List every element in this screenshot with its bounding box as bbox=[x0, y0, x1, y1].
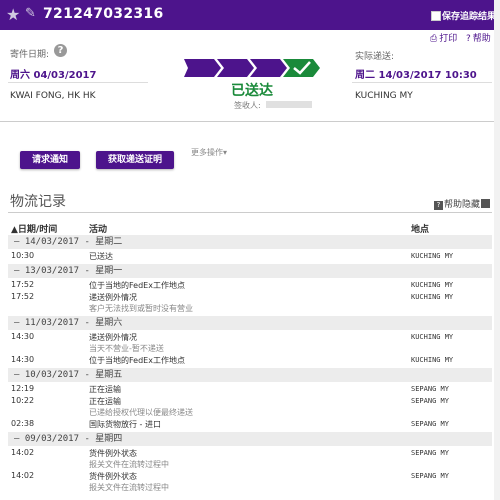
delivery-date-value: 周二 14/03/2017 10:30 bbox=[355, 70, 477, 81]
signed-by-redacted bbox=[266, 101, 312, 108]
history-date-group[interactable]: — 11/03/2017 - 星期六 bbox=[8, 316, 492, 330]
progress-step bbox=[184, 59, 221, 77]
history-row-activity: 已送达 bbox=[89, 252, 113, 261]
history-row-time: 02:38 bbox=[11, 419, 35, 428]
print-link[interactable]: ⎙ 打印 bbox=[430, 31, 457, 44]
shipment-progress-bar bbox=[184, 59, 320, 77]
ship-date-label: 寄件日期: bbox=[10, 50, 50, 60]
history-row-detail: 已递给授权代理以便最终递送 bbox=[89, 408, 193, 417]
history-row-location: SEPANG MY bbox=[411, 397, 449, 405]
history-title: 物流记录 bbox=[10, 194, 66, 210]
history-row-detail: 报关文件在流转过程中 bbox=[89, 460, 169, 469]
history-row-location: KUCHING MY bbox=[411, 281, 454, 289]
history-row-time: 10:22 bbox=[11, 396, 35, 405]
history-date-group[interactable]: — 10/03/2017 - 星期五 bbox=[8, 368, 492, 382]
divider bbox=[8, 212, 492, 213]
print-icon: ⎙ bbox=[430, 34, 438, 44]
progress-step bbox=[250, 59, 287, 77]
scrollbar[interactable] bbox=[494, 0, 500, 500]
delivery-status: 已送达 bbox=[231, 83, 273, 99]
history-row-location: SEPANG MY bbox=[411, 420, 449, 428]
history-row-activity: 位于当地的FedEx工作地点 bbox=[89, 281, 185, 290]
delivery-date-label: 实际递送: bbox=[355, 52, 395, 62]
history-row-time: 17:52 bbox=[11, 280, 35, 289]
history-date-label: — 09/03/2017 - 星期四 bbox=[14, 434, 123, 444]
history-row-activity: 正在运输 bbox=[89, 397, 121, 406]
get-proof-of-delivery-button[interactable]: 获取递送证明 bbox=[96, 151, 174, 169]
history-row-time: 14:30 bbox=[11, 332, 35, 341]
history-row-location: KUCHING MY bbox=[411, 333, 454, 341]
destination-location: KUCHING MY bbox=[355, 91, 413, 101]
section-divider bbox=[0, 121, 494, 122]
history-row-location: SEPANG MY bbox=[411, 385, 449, 393]
history-date-group[interactable]: — 14/03/2017 - 星期二 bbox=[8, 235, 492, 249]
history-row-detail: 当天不营业-暂不递送 bbox=[89, 344, 164, 353]
origin-location: KWAI FONG, HK HK bbox=[10, 91, 96, 101]
history-row-time: 12:19 bbox=[11, 384, 35, 393]
star-icon[interactable]: ★ bbox=[6, 5, 20, 24]
history-row-detail: 客户无法找到或暂时没有营业 bbox=[89, 304, 193, 313]
history-row-time: 17:52 bbox=[11, 292, 35, 301]
save-tracking-label[interactable]: 保存追踪结果 bbox=[442, 9, 496, 22]
history-row-activity: 国际货物放行 - 进口 bbox=[89, 420, 161, 429]
history-row-activity: 正在运输 bbox=[89, 385, 121, 394]
help-icon: ? bbox=[466, 34, 471, 44]
column-header-activity: 活动 bbox=[89, 225, 108, 235]
history-row-detail: 报关文件在流转过程中 bbox=[89, 483, 169, 492]
signed-by-label: 签收人: bbox=[234, 101, 261, 110]
tracking-header-bar: ★ ✎ 721247032316 保存追踪结果 bbox=[0, 0, 500, 30]
history-row-activity: 货件例外状态 bbox=[89, 449, 137, 458]
history-date-label: — 11/03/2017 - 星期六 bbox=[14, 318, 123, 328]
request-notification-button[interactable]: 请求通知 bbox=[20, 151, 80, 169]
column-header-datetime[interactable]: ▲日期/时间 bbox=[11, 222, 57, 235]
history-date-label: — 13/03/2017 - 星期一 bbox=[14, 266, 123, 276]
question-icon[interactable]: ? bbox=[54, 44, 67, 57]
history-row-time: 14:30 bbox=[11, 355, 35, 364]
sort-asc-icon: ▲ bbox=[11, 225, 18, 235]
history-row-location: KUCHING MY bbox=[411, 252, 454, 260]
history-row-activity: 位于当地的FedEx工作地点 bbox=[89, 356, 185, 365]
history-row-location: SEPANG MY bbox=[411, 472, 449, 480]
history-row-location: SEPANG MY bbox=[411, 449, 449, 457]
progress-step-final bbox=[283, 59, 320, 77]
history-row-time: 14:02 bbox=[11, 448, 35, 457]
history-hide-link[interactable]: 隐藏 bbox=[462, 197, 491, 210]
history-row-location: KUCHING MY bbox=[411, 356, 454, 364]
history-row-location: KUCHING MY bbox=[411, 293, 454, 301]
divider bbox=[352, 82, 492, 83]
history-help-link[interactable]: ? 帮助 bbox=[434, 197, 462, 210]
progress-step bbox=[217, 59, 254, 77]
history-date-label: — 14/03/2017 - 星期二 bbox=[14, 237, 123, 247]
history-row-activity: 递送例外情况 bbox=[89, 333, 137, 342]
more-actions-dropdown[interactable]: 更多操作▾ bbox=[191, 147, 227, 158]
tracking-number: 721247032316 bbox=[43, 6, 164, 22]
history-row-time: 14:02 bbox=[11, 471, 35, 480]
history-row-activity: 递送例外情况 bbox=[89, 293, 137, 302]
save-tracking-checkbox[interactable] bbox=[431, 11, 441, 21]
history-row-time: 10:30 bbox=[11, 251, 35, 260]
pencil-icon[interactable]: ✎ bbox=[25, 6, 36, 21]
help-icon: ? bbox=[434, 201, 443, 210]
history-date-group[interactable]: — 13/03/2017 - 星期一 bbox=[8, 264, 492, 278]
ship-date-value: 周六 04/03/2017 bbox=[10, 70, 97, 81]
chevron-down-icon: ▾ bbox=[223, 148, 228, 157]
history-row-activity: 货件例外状态 bbox=[89, 472, 137, 481]
history-date-group[interactable]: — 09/03/2017 - 星期四 bbox=[8, 432, 492, 446]
divider bbox=[8, 82, 148, 83]
collapse-icon bbox=[481, 199, 491, 208]
history-date-label: — 10/03/2017 - 星期五 bbox=[14, 370, 123, 380]
help-link[interactable]: ? 帮助 bbox=[466, 31, 491, 44]
column-header-location: 地点 bbox=[411, 225, 430, 235]
